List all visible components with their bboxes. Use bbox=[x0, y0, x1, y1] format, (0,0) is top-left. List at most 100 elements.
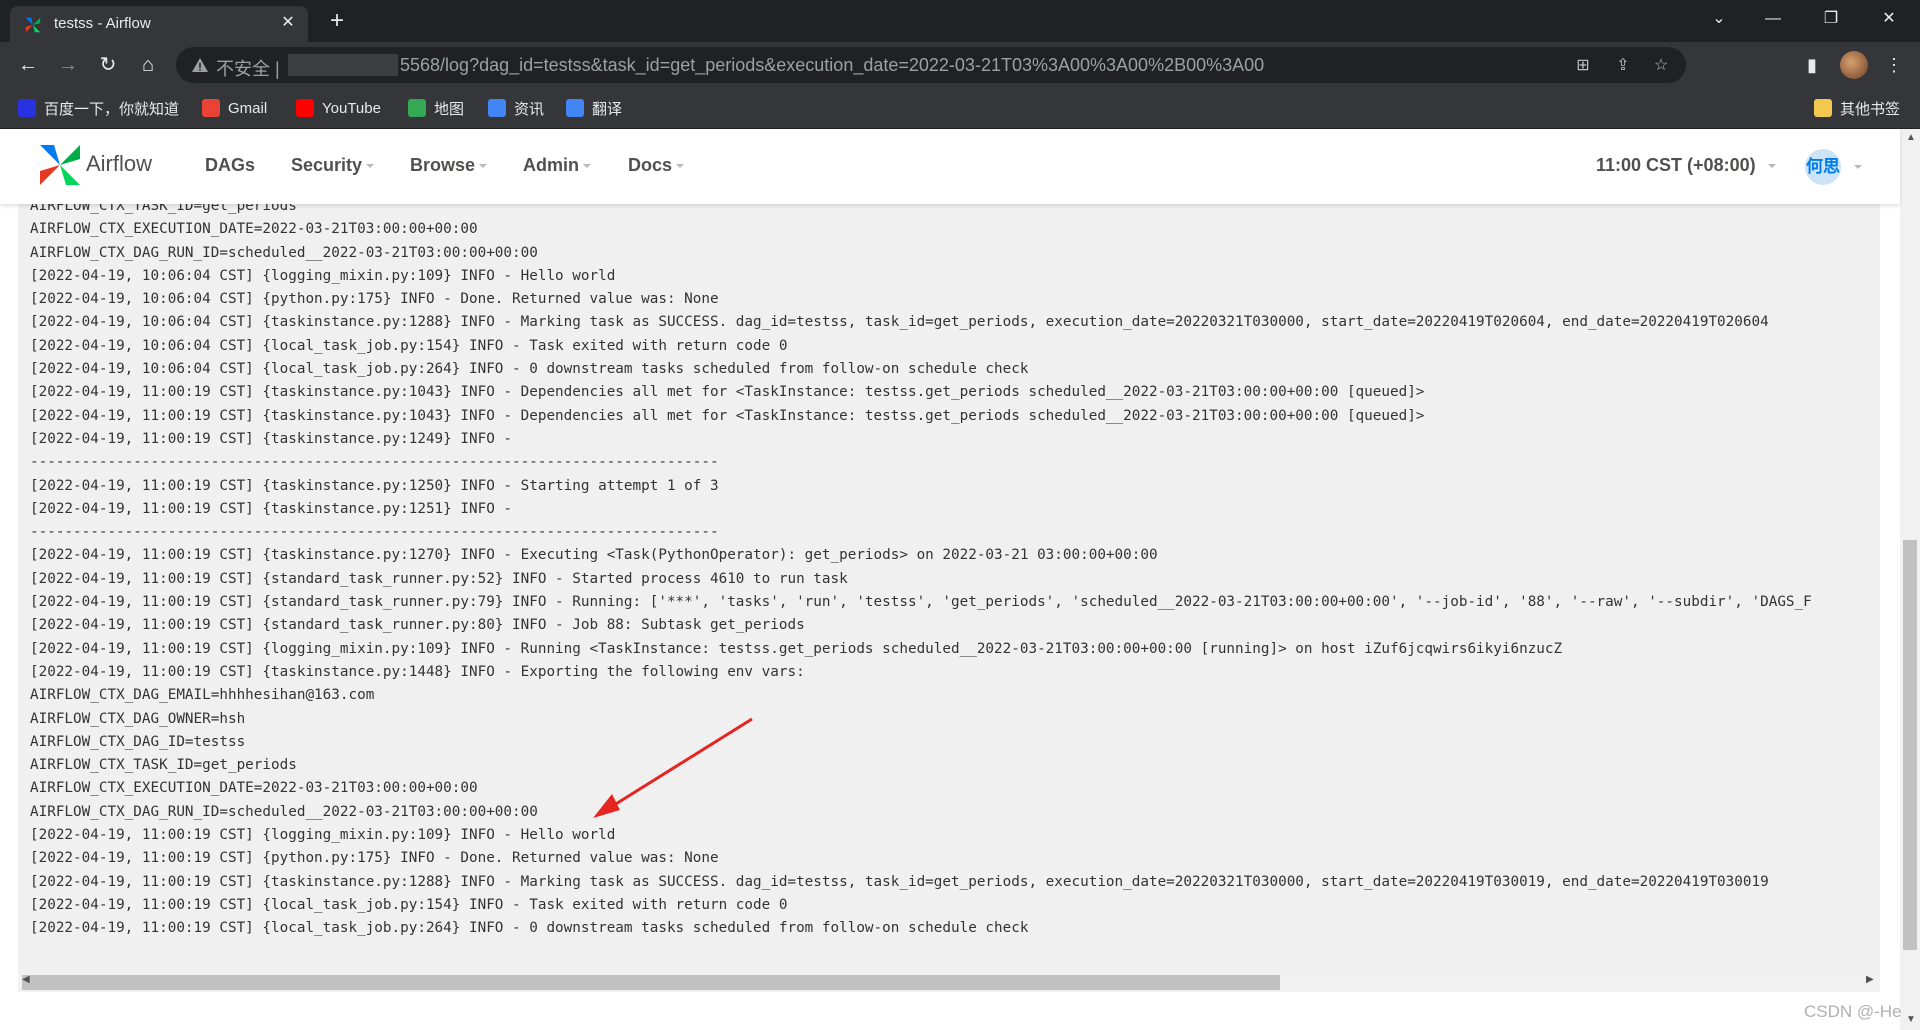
user-avatar[interactable]: 何思 bbox=[1805, 149, 1841, 185]
tab-close-icon[interactable]: ✕ bbox=[278, 13, 298, 33]
forward-icon[interactable]: → bbox=[54, 51, 82, 79]
maps-icon bbox=[408, 99, 426, 117]
log-line: AIRFLOW_CTX_DAG_RUN_ID=scheduled__2022-0… bbox=[30, 244, 538, 261]
bookmark-youtube[interactable]: YouTube bbox=[296, 98, 381, 118]
folder-icon bbox=[1814, 99, 1832, 117]
log-line: [2022-04-19, 11:00:19 CST] {standard_tas… bbox=[30, 570, 848, 587]
log-line: AIRFLOW_CTX_EXECUTION_DATE=2022-03-21T03… bbox=[30, 221, 478, 238]
bookmark-label: 地图 bbox=[434, 100, 465, 118]
bookmark-news[interactable]: 资讯 bbox=[488, 98, 544, 118]
chevron-down-icon bbox=[366, 164, 375, 169]
log-line: AIRFLOW_CTX_TASK_ID=get_periods bbox=[30, 204, 297, 214]
home-icon[interactable]: ⌂ bbox=[134, 51, 162, 79]
bookmark-translate[interactable]: 翻译 bbox=[566, 98, 622, 118]
log-line: [2022-04-19, 10:06:04 CST] {python.py:17… bbox=[30, 291, 719, 308]
log-line: AIRFLOW_CTX_TASK_ID=get_periods bbox=[30, 757, 297, 774]
youtube-icon bbox=[296, 99, 314, 117]
bookmark-baidu[interactable]: 百度一下，你就知道 bbox=[18, 98, 179, 118]
log-line: ----------------------------------------… bbox=[30, 454, 719, 471]
log-line: [2022-04-19, 10:06:04 CST] {logging_mixi… bbox=[30, 267, 616, 284]
bookmark-gmail[interactable]: Gmail bbox=[202, 98, 267, 118]
chevron-down-icon bbox=[676, 164, 685, 169]
menu-security[interactable]: Security bbox=[291, 155, 375, 176]
address-bar[interactable]: 不安全 | 5568/log?dag_id=testss&task_id=get… bbox=[176, 47, 1686, 83]
airflow-navbar: Airflow DAGs Security Browse Admin Docs … bbox=[0, 129, 1900, 204]
log-line: [2022-04-19, 11:00:19 CST] {taskinstance… bbox=[30, 873, 1769, 890]
airflow-favicon-icon bbox=[25, 17, 41, 33]
bookmarks-bar: 百度一下，你就知道 Gmail YouTube 地图 资讯 翻译 其他书签 bbox=[0, 88, 1920, 129]
not-secure-label: 不安全 | bbox=[216, 59, 280, 79]
log-line: [2022-04-19, 11:00:19 CST] {python.py:17… bbox=[30, 850, 719, 867]
log-line: [2022-04-19, 11:00:19 CST] {taskinstance… bbox=[30, 477, 719, 494]
log-line: [2022-04-19, 11:00:19 CST] {logging_mixi… bbox=[30, 640, 1563, 657]
url-text[interactable]: 5568/log?dag_id=testss&task_id=get_perio… bbox=[400, 55, 1264, 76]
menu-admin[interactable]: Admin bbox=[523, 155, 591, 176]
bookmark-label: Gmail bbox=[228, 99, 268, 117]
menu-security-label: Security bbox=[291, 155, 363, 175]
browser-tab[interactable]: testss - Airflow ✕ bbox=[10, 6, 308, 42]
minimize-button[interactable]: — bbox=[1750, 4, 1796, 36]
baidu-icon bbox=[18, 99, 36, 117]
log-line: [2022-04-19, 11:00:19 CST] {taskinstance… bbox=[30, 500, 513, 517]
menu-dags-label: DAGs bbox=[205, 155, 256, 175]
menu-dags[interactable]: DAGs bbox=[205, 155, 255, 176]
scroll-right-icon[interactable]: ▶ bbox=[1866, 974, 1874, 985]
translate-icon bbox=[566, 99, 584, 117]
log-line: [2022-04-19, 11:00:19 CST] {local_task_j… bbox=[30, 896, 788, 913]
menu-browse-label: Browse bbox=[410, 155, 476, 175]
bookmark-label: 资讯 bbox=[514, 100, 545, 118]
gmail-icon bbox=[202, 99, 220, 117]
back-icon[interactable]: ← bbox=[14, 51, 42, 79]
news-icon bbox=[488, 99, 506, 117]
log-line: [2022-04-19, 10:06:04 CST] {taskinstance… bbox=[30, 314, 1769, 331]
log-pane: AIRFLOW_CTX_TASK_ID=get_periods AIRFLOW_C… bbox=[18, 204, 1880, 992]
log-scrollbar-thumb[interactable] bbox=[22, 975, 1280, 990]
log-line: [2022-04-19, 11:00:19 CST] {standard_tas… bbox=[30, 594, 1812, 611]
scroll-up-icon[interactable]: ▲ bbox=[1906, 132, 1916, 143]
chevron-down-icon[interactable] bbox=[1854, 165, 1862, 169]
browser-toolbar: ← → ↻ ⌂ 不安全 | 5568/log?dag_id=testss&tas… bbox=[0, 42, 1920, 88]
log-line: ----------------------------------------… bbox=[30, 524, 719, 541]
bookmark-label: 百度一下，你就知道 bbox=[44, 100, 180, 118]
menu-icon[interactable]: ⋮ bbox=[1882, 53, 1906, 77]
redacted-host bbox=[288, 54, 398, 76]
menu-docs-label: Docs bbox=[628, 155, 673, 175]
log-line: AIRFLOW_CTX_DAG_EMAIL=hhhhesihan@163.com bbox=[30, 687, 375, 704]
chevron-down-icon bbox=[1767, 164, 1776, 169]
airflow-brand[interactable]: Airflow bbox=[86, 151, 152, 177]
timezone-dropdown[interactable]: 11:00 CST (+08:00) bbox=[1596, 155, 1776, 176]
log-line: AIRFLOW_CTX_EXECUTION_DATE=2022-03-21T03… bbox=[30, 780, 478, 797]
log-line: AIRFLOW_CTX_DAG_OWNER=hsh bbox=[30, 710, 246, 727]
browser-title-bar: testss - Airflow ✕ + ⌄ — ❐ ✕ bbox=[0, 0, 1920, 42]
menu-docs[interactable]: Docs bbox=[628, 155, 685, 176]
airflow-logo-icon[interactable] bbox=[36, 141, 84, 189]
warning-icon bbox=[192, 58, 208, 72]
side-panel-icon[interactable]: ▮ bbox=[1800, 53, 1824, 77]
bookmark-maps[interactable]: 地图 bbox=[408, 98, 464, 118]
menu-browse[interactable]: Browse bbox=[410, 155, 488, 176]
bookmark-star-icon[interactable]: ☆ bbox=[1650, 55, 1672, 77]
log-line: [2022-04-19, 11:00:19 CST] {taskinstance… bbox=[30, 384, 1425, 401]
log-line: AIRFLOW_CTX_DAG_RUN_ID=scheduled__2022-0… bbox=[30, 803, 538, 820]
chevron-down-icon bbox=[583, 164, 591, 169]
restore-button[interactable]: ❐ bbox=[1808, 4, 1854, 36]
page-scrollbar-thumb[interactable] bbox=[1903, 540, 1917, 950]
log-line: [2022-04-19, 11:00:19 CST] {standard_tas… bbox=[30, 617, 805, 634]
log-line: AIRFLOW_CTX_DAG_ID=testss bbox=[30, 733, 246, 750]
watermark: CSDN @-He bbox=[1804, 1002, 1902, 1021]
share-icon[interactable]: ⇪ bbox=[1612, 55, 1634, 77]
profile-avatar[interactable] bbox=[1840, 51, 1868, 79]
reload-icon[interactable]: ↻ bbox=[94, 51, 122, 79]
scroll-down-icon[interactable]: ▼ bbox=[1906, 1014, 1916, 1025]
close-window-button[interactable]: ✕ bbox=[1866, 4, 1912, 36]
scroll-left-icon[interactable]: ◀ bbox=[22, 974, 30, 985]
new-tab-button[interactable]: + bbox=[325, 9, 349, 34]
tab-title: testss - Airflow bbox=[54, 15, 151, 32]
log-line: [2022-04-19, 11:00:19 CST] {logging_mixi… bbox=[30, 827, 616, 844]
other-bookmarks[interactable]: 其他书签 bbox=[1814, 98, 1900, 118]
translate-page-icon[interactable]: ⊞ bbox=[1572, 55, 1594, 77]
log-output: AIRFLOW_CTX_TASK_ID=get_periods AIRFLOW_C… bbox=[30, 204, 1812, 941]
tab-search-icon[interactable]: ⌄ bbox=[1696, 4, 1742, 36]
log-line: [2022-04-19, 10:06:04 CST] {local_task_j… bbox=[30, 361, 1029, 378]
bookmark-label: YouTube bbox=[322, 99, 381, 117]
